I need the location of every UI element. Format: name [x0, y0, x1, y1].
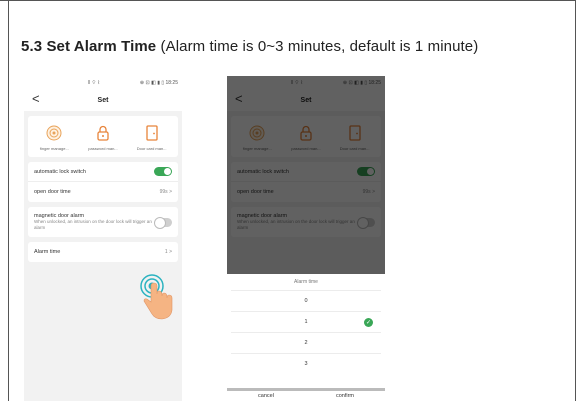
alarm-time-value: 1 > [164, 249, 172, 255]
picker-option-selected[interactable]: 1 ✓ [231, 311, 381, 332]
magnetic-alarm-desc: When unlocked, an intrusion on the door … [34, 219, 152, 230]
picker-option-label: 3 [304, 361, 308, 367]
confirm-button[interactable]: confirm [336, 393, 354, 399]
open-door-time-label: open door time [34, 189, 71, 195]
picker-option-label: 0 [304, 298, 308, 304]
password-manage-label: password man... [88, 146, 118, 151]
cancel-button[interactable]: cancel [258, 393, 274, 399]
section-note: (Alarm time is 0~3 minutes, default is 1… [160, 38, 479, 55]
phone-screenshot-picker: ǁ ⌔ ⌇ ⊕ ⊡ ◧ ▮ ▯ 18:25 < Set finger manag… [227, 76, 385, 401]
picker-actions: cancel confirm [227, 388, 385, 401]
page-title: Set [97, 96, 109, 104]
top-bar: < Set [24, 89, 182, 111]
back-button[interactable]: < [32, 91, 40, 106]
picker-title: Alarm time [294, 279, 318, 285]
finger-manage-label: finger manage... [39, 146, 69, 151]
door-card-manage-item[interactable]: Door card man... [128, 124, 176, 151]
open-door-time-value: 99s > [159, 189, 172, 195]
picker-option-label: 2 [304, 340, 308, 346]
phone-screenshot-settings: ǁ ⌔ ⌇ ⊕ ⊡ ◧ ▮ ▯ 18:25 < Set finger manag… [24, 76, 182, 401]
picker-option[interactable]: 2 [231, 332, 381, 353]
door-card-manage-label: Door card man... [136, 146, 167, 151]
password-manage-item[interactable]: password man... [79, 124, 127, 151]
picker-option[interactable]: 3 [231, 353, 381, 374]
picker-option-label: 1 [304, 319, 308, 325]
management-card: finger manage... password man... Door ca… [28, 116, 178, 157]
magnetic-alarm-toggle[interactable] [154, 216, 172, 229]
status-right: ⊕ ⊡ ◧ ▮ ▯ 18:25 [139, 79, 178, 86]
tap-hand-icon [136, 272, 176, 322]
modal-overlay[interactable] [227, 76, 385, 274]
lock-settings-card: automatic lock switch open door time 99s… [28, 162, 178, 202]
check-icon: ✓ [364, 318, 373, 327]
auto-lock-toggle[interactable] [154, 167, 172, 176]
status-bar: ǁ ⌔ ⌇ ⊕ ⊡ ◧ ▮ ▯ 18:25 [24, 76, 182, 89]
alarm-time-card: Alarm time 1 > [28, 242, 178, 262]
picker-option[interactable]: 0 [231, 290, 381, 311]
alarm-time-picker: Alarm time 0 1 ✓ 2 3 cancel confirm [227, 274, 385, 401]
left-border [8, 1, 9, 401]
section-number: 5.3 [21, 38, 43, 55]
alarm-time-row[interactable]: Alarm time 1 > [28, 242, 178, 262]
auto-lock-label: automatic lock switch [34, 168, 86, 175]
section-title: Set Alarm Time [46, 38, 157, 55]
alarm-card: magnetic door alarm When unlocked, an in… [28, 207, 178, 237]
fingerprint-icon [45, 124, 63, 142]
finger-manage-item[interactable]: finger manage... [30, 124, 78, 151]
lock-icon [94, 124, 112, 142]
door-card-icon [143, 124, 161, 142]
alarm-time-label: Alarm time [34, 249, 61, 255]
magnetic-alarm-row: magnetic door alarm When unlocked, an in… [28, 207, 178, 237]
open-door-time-row[interactable]: open door time 99s > [28, 182, 178, 202]
auto-lock-row: automatic lock switch [28, 162, 178, 182]
section-heading: 5.3 Set Alarm Time (Alarm time is 0~3 mi… [21, 38, 478, 55]
status-left: ǁ ⌔ ⌇ [88, 79, 100, 86]
